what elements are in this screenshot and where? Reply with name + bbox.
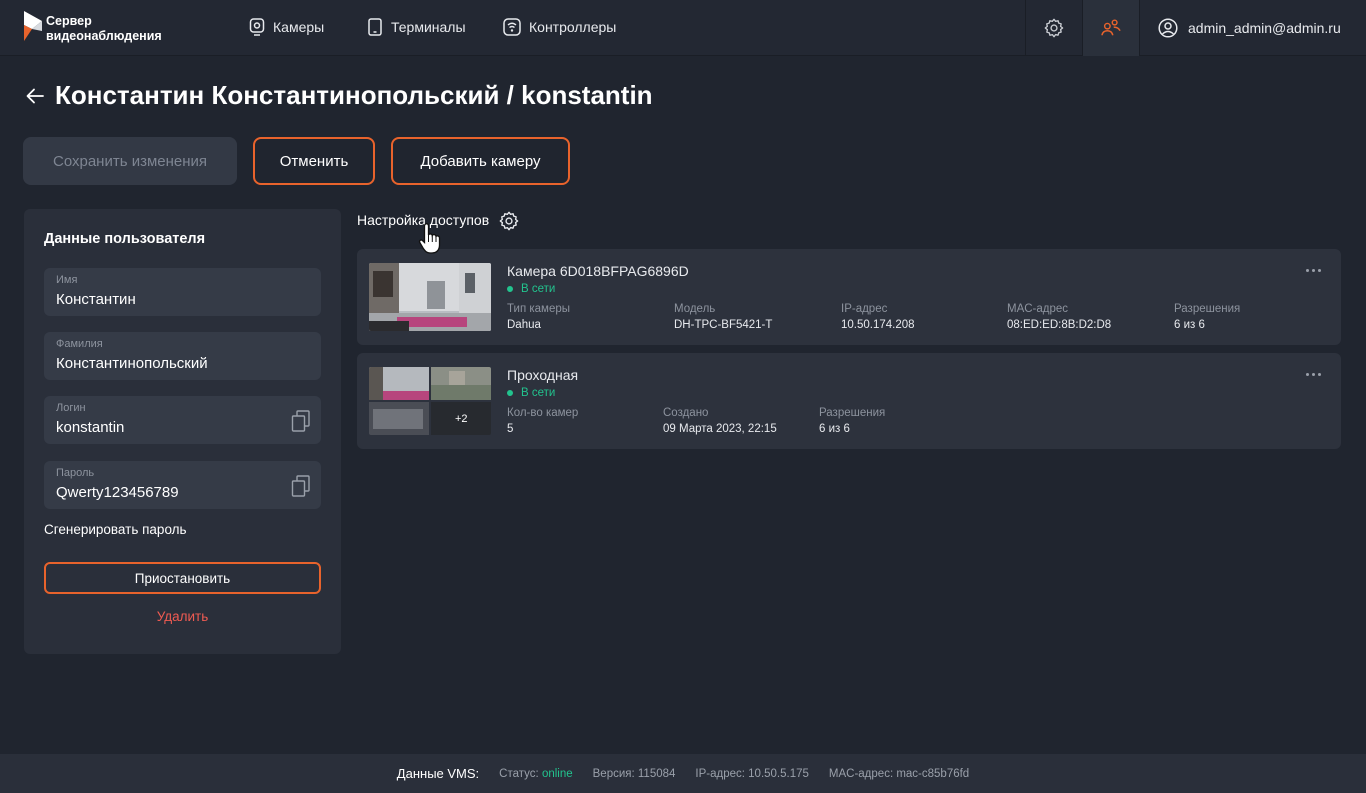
ip-value: 10.50.174.208 <box>841 319 915 331</box>
mac-label: MAC-адрес <box>1007 303 1069 315</box>
user-email: admin_admin@admin.ru <box>1188 20 1341 36</box>
group-thumbnails: +2 <box>369 367 491 435</box>
footer-version: Версия: 115084 <box>592 767 676 780</box>
logo-text: Сервер видеонаблюдения <box>46 14 162 43</box>
more-options-icon[interactable] <box>1306 373 1321 376</box>
login-label: Логин <box>56 402 86 414</box>
login-value: konstantin <box>56 419 125 436</box>
controller-icon <box>503 18 521 36</box>
suspend-button[interactable]: Приостановить <box>44 562 321 594</box>
status-text: В сети <box>521 283 556 295</box>
camera-name: Камера 6D018BFPAG6896D <box>507 263 689 279</box>
copy-icon[interactable] <box>291 410 311 432</box>
user-data-panel: Данные пользователя Имя Константин Фамил… <box>24 209 341 654</box>
model-label: Модель <box>674 303 716 315</box>
user-avatar-icon <box>1158 18 1178 38</box>
nav-controllers[interactable]: Контроллеры <box>503 16 616 38</box>
add-camera-button[interactable]: Добавить камеру <box>391 137 570 185</box>
nav-cameras[interactable]: Камеры <box>249 16 324 38</box>
mac-value: 08:ED:ED:8B:D2:D8 <box>1007 319 1112 331</box>
panel-title: Данные пользователя <box>44 231 206 247</box>
top-bar: Сервер видеонаблюдения Камеры Терминалы … <box>0 0 1366 56</box>
password-field[interactable]: Пароль Qwerty123456789 <box>44 461 321 509</box>
status-dot <box>507 286 513 292</box>
footer-status-label: Статус: <box>499 767 539 780</box>
created-label: Создано <box>663 407 709 419</box>
status-text: В сети <box>521 387 556 399</box>
first-name-field[interactable]: Имя Константин <box>44 268 321 316</box>
footer-title: Данные VMS: <box>396 766 480 781</box>
user-menu[interactable]: admin_admin@admin.ru <box>1139 0 1366 56</box>
group-name: Проходная <box>507 367 579 383</box>
permissions-value: 6 из 6 <box>819 423 850 435</box>
logo-icon <box>24 11 42 41</box>
nav-terminals-label: Терминалы <box>391 19 466 35</box>
cancel-button[interactable]: Отменить <box>253 137 375 185</box>
status-dot <box>507 390 513 396</box>
status-badge: В сети <box>507 387 555 399</box>
camera-card[interactable]: Камера 6D018BFPAG6896D В сети Тип камеры… <box>357 249 1341 345</box>
camera-type-value: Dahua <box>507 319 541 331</box>
password-value: Qwerty123456789 <box>56 484 179 501</box>
nav-controllers-label: Контроллеры <box>529 19 617 35</box>
first-name-label: Имя <box>56 274 78 286</box>
footer-mac: MAC-адрес: mac-c85b76fd <box>828 767 970 780</box>
users-button[interactable] <box>1082 0 1139 56</box>
ip-label: IP-адрес <box>841 303 888 315</box>
camera-count-label: Кол-во камер <box>507 407 579 419</box>
gear-icon <box>1044 18 1064 38</box>
delete-button[interactable]: Удалить <box>44 609 321 624</box>
login-field[interactable]: Логин konstantin <box>44 396 321 444</box>
camera-type-label: Тип камеры <box>507 303 571 315</box>
footer-status: Статус: online <box>499 768 572 780</box>
footer-status-value: online <box>541 767 573 780</box>
tablet-icon <box>368 18 382 36</box>
status-badge: В сети <box>507 283 555 295</box>
camera-thumbnail <box>369 263 491 331</box>
users-icon <box>1101 19 1121 36</box>
camera-icon <box>249 18 265 36</box>
permissions-value: 6 из 6 <box>1174 319 1205 331</box>
hand-cursor-icon <box>418 223 441 254</box>
model-value: DH-TPC-BF5421-T <box>674 319 773 331</box>
save-button[interactable]: Сохранить изменения <box>23 137 237 185</box>
last-name-label: Фамилия <box>56 338 103 350</box>
nav-terminals[interactable]: Терминалы <box>367 16 466 38</box>
extra-cameras-count: +2 <box>455 413 468 425</box>
permissions-label: Разрешения <box>1174 303 1241 315</box>
footer: Данные VMS: Статус: online Версия: 11508… <box>0 754 1366 793</box>
permissions-label: Разрешения <box>819 407 886 419</box>
last-name-field[interactable]: Фамилия Константинопольский <box>44 332 321 380</box>
copy-icon[interactable] <box>291 475 311 497</box>
camera-group-card[interactable]: +2 Проходная В сети Кол-во камер 5 Созда… <box>357 353 1341 449</box>
arrow-left-icon <box>26 88 44 104</box>
back-button[interactable] <box>24 86 46 106</box>
logo[interactable]: Сервер видеонаблюдения <box>22 9 172 45</box>
settings-button[interactable] <box>1025 0 1082 56</box>
password-label: Пароль <box>56 467 95 479</box>
created-value: 09 Марта 2023, 22:15 <box>663 423 777 435</box>
more-options-icon[interactable] <box>1306 269 1321 272</box>
last-name-value: Константинопольский <box>56 355 208 372</box>
first-name-value: Константин <box>56 291 136 308</box>
generate-password-link[interactable]: Сгенерировать пароль <box>44 522 187 537</box>
access-settings-gear-icon[interactable] <box>498 210 520 232</box>
page-title: Константин Константинопольский / konstan… <box>55 80 653 110</box>
footer-ip: IP-адрес: 10.50.5.175 <box>695 767 809 780</box>
camera-count-value: 5 <box>507 423 514 435</box>
nav-cameras-label: Камеры <box>273 19 325 35</box>
